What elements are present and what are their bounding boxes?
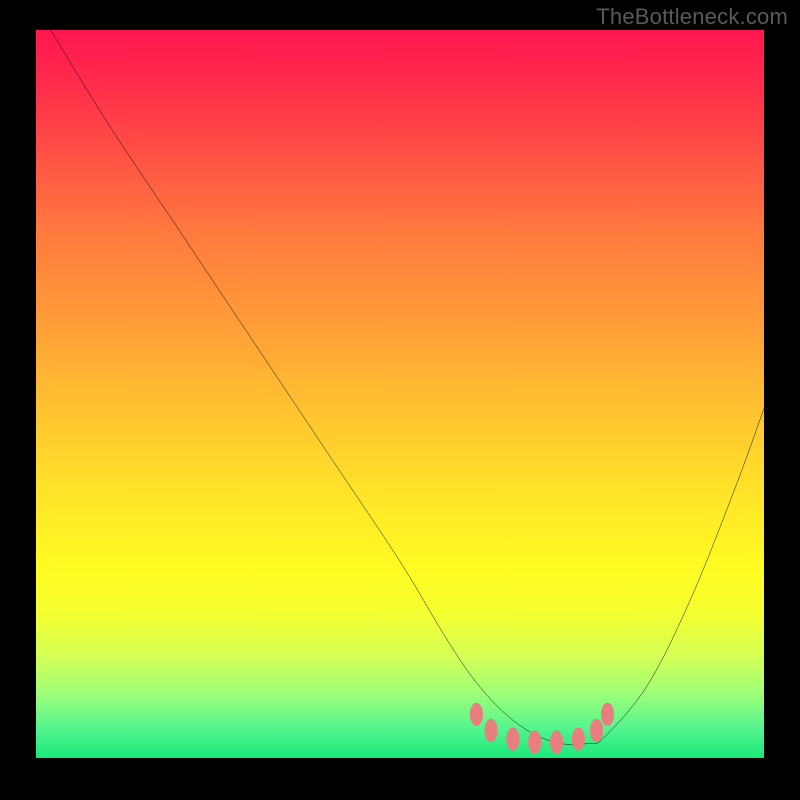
watermark-text: TheBottleneck.com	[596, 4, 788, 30]
sweet-spot-dot	[550, 730, 563, 753]
sweet-spot-dot	[528, 730, 541, 753]
sweet-spot-markers	[36, 30, 764, 758]
sweet-spot-dot	[484, 719, 497, 742]
sweet-spot-dot	[601, 703, 614, 726]
sweet-spot-dot	[572, 727, 585, 750]
sweet-spot-dot	[506, 727, 519, 750]
marker-group	[470, 703, 614, 754]
chart-area	[36, 30, 764, 758]
sweet-spot-dot	[470, 703, 483, 726]
sweet-spot-dot	[590, 719, 603, 742]
